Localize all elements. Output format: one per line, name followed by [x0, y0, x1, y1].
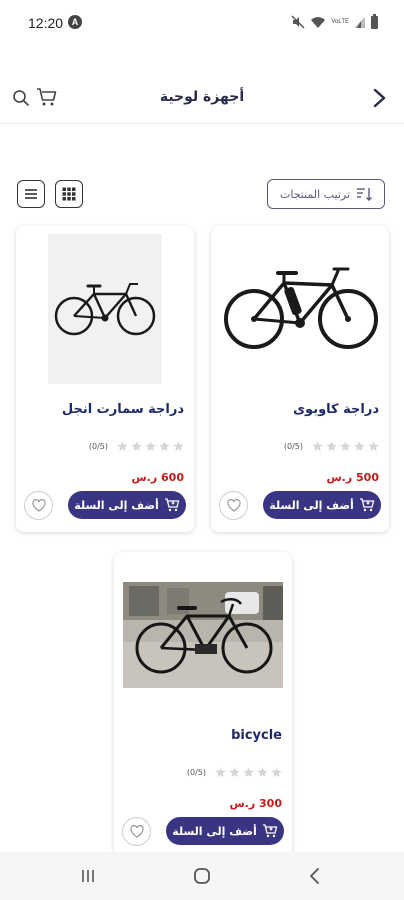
home-icon[interactable] [193, 867, 211, 885]
bicycle-photo [123, 582, 283, 688]
add-to-cart-button[interactable]: أضف إلى السلة [166, 817, 284, 845]
heart-icon [226, 499, 241, 512]
cart-icon[interactable] [36, 87, 58, 107]
status-time: 12:20 [28, 15, 64, 31]
grid-view-button[interactable] [55, 180, 83, 208]
add-to-cart-button[interactable]: أضف إلى السلة [68, 491, 186, 519]
search-icon[interactable] [12, 89, 30, 107]
product-image[interactable] [122, 560, 284, 710]
favorite-button[interactable] [24, 491, 53, 520]
star-icon [215, 767, 226, 777]
star-icon [173, 441, 184, 451]
heart-icon [31, 499, 46, 512]
nav-back-icon[interactable] [308, 867, 320, 885]
mute-icon [291, 15, 305, 29]
star-icon [340, 441, 351, 451]
add-to-cart-label: أضف إلى السلة [74, 498, 159, 512]
product-rating: (0/5) [89, 441, 184, 452]
add-to-cart-label: أضف إلى السلة [172, 824, 257, 838]
star-icon [117, 441, 128, 451]
product-name[interactable]: bicycle [231, 728, 282, 743]
signal-icon [354, 17, 365, 28]
star-icon [326, 441, 337, 451]
heart-icon [129, 825, 144, 838]
star-icon [229, 767, 240, 777]
product-image-bg [48, 234, 162, 384]
star-icon [159, 441, 170, 451]
product-toolbar: ترتيب المنتجات [0, 178, 404, 210]
rating-text: (0/5) [186, 768, 206, 777]
list-view-button[interactable] [17, 180, 45, 208]
favorite-button[interactable] [219, 491, 248, 520]
product-image[interactable] [24, 234, 186, 384]
recent-apps-icon[interactable] [80, 868, 96, 884]
rating-text: (0/5) [283, 442, 303, 451]
product-rating: (0/5) [284, 441, 379, 452]
volte-label: VoLTE [331, 19, 349, 25]
product-price: 600 ر.س [131, 471, 185, 484]
app-header: أجهزة لوحية [0, 72, 404, 124]
status-bar: 12:20 A VoLTE [0, 0, 404, 44]
star-icon [145, 441, 156, 451]
status-icons: VoLTE [291, 13, 378, 30]
wifi-icon [311, 17, 326, 28]
cart-plus-icon [164, 498, 180, 512]
product-name[interactable]: دراجة كاوبوى [293, 402, 379, 417]
star-icon [368, 441, 379, 451]
star-icon [354, 441, 365, 451]
star-icon [131, 441, 142, 451]
product-card[interactable]: دراجة كاوبوى (0/5) 500 ر.س أضف إلى السلة [211, 226, 389, 532]
add-to-cart-label: أضف إلى السلة [269, 498, 354, 512]
cart-plus-icon [262, 824, 278, 838]
screen: 12:20 A VoLTE أجهزة لوحية ترتيب المنتجات… [0, 0, 404, 900]
bicycle-image [54, 283, 156, 336]
cart-plus-icon [359, 498, 375, 512]
page-title: أجهزة لوحية [159, 89, 245, 105]
product-rating: (0/5) [187, 767, 282, 778]
battery-icon [371, 13, 378, 29]
add-to-cart-button[interactable]: أضف إلى السلة [263, 491, 381, 519]
product-card[interactable]: دراجة سمارت انجل (0/5) 600 ر.س أضف إلى ا… [16, 226, 194, 532]
product-price: 300 ر.س [229, 797, 283, 810]
product-price: 500 ر.س [326, 471, 380, 484]
system-nav-bar [0, 852, 404, 900]
product-card[interactable]: bicycle (0/5) 300 ر.س أضف إلى السلة [114, 552, 292, 858]
grid-view-icon [62, 187, 76, 201]
product-name[interactable]: دراجة سمارت انجل [62, 402, 184, 417]
product-image[interactable] [219, 234, 381, 384]
rating-text: (0/5) [88, 442, 108, 451]
sort-button[interactable]: ترتيب المنتجات [267, 179, 385, 209]
star-icon [257, 767, 268, 777]
favorite-button[interactable] [122, 817, 151, 846]
star-icon [312, 441, 323, 451]
notification-badge: A [68, 15, 82, 29]
star-icon [271, 767, 282, 777]
bicycle-image [224, 267, 378, 349]
sort-label: ترتيب المنتجات [279, 187, 351, 201]
sort-icon [357, 188, 373, 201]
back-chevron-icon[interactable] [368, 86, 390, 110]
star-icon [243, 767, 254, 777]
list-view-icon [25, 189, 37, 199]
